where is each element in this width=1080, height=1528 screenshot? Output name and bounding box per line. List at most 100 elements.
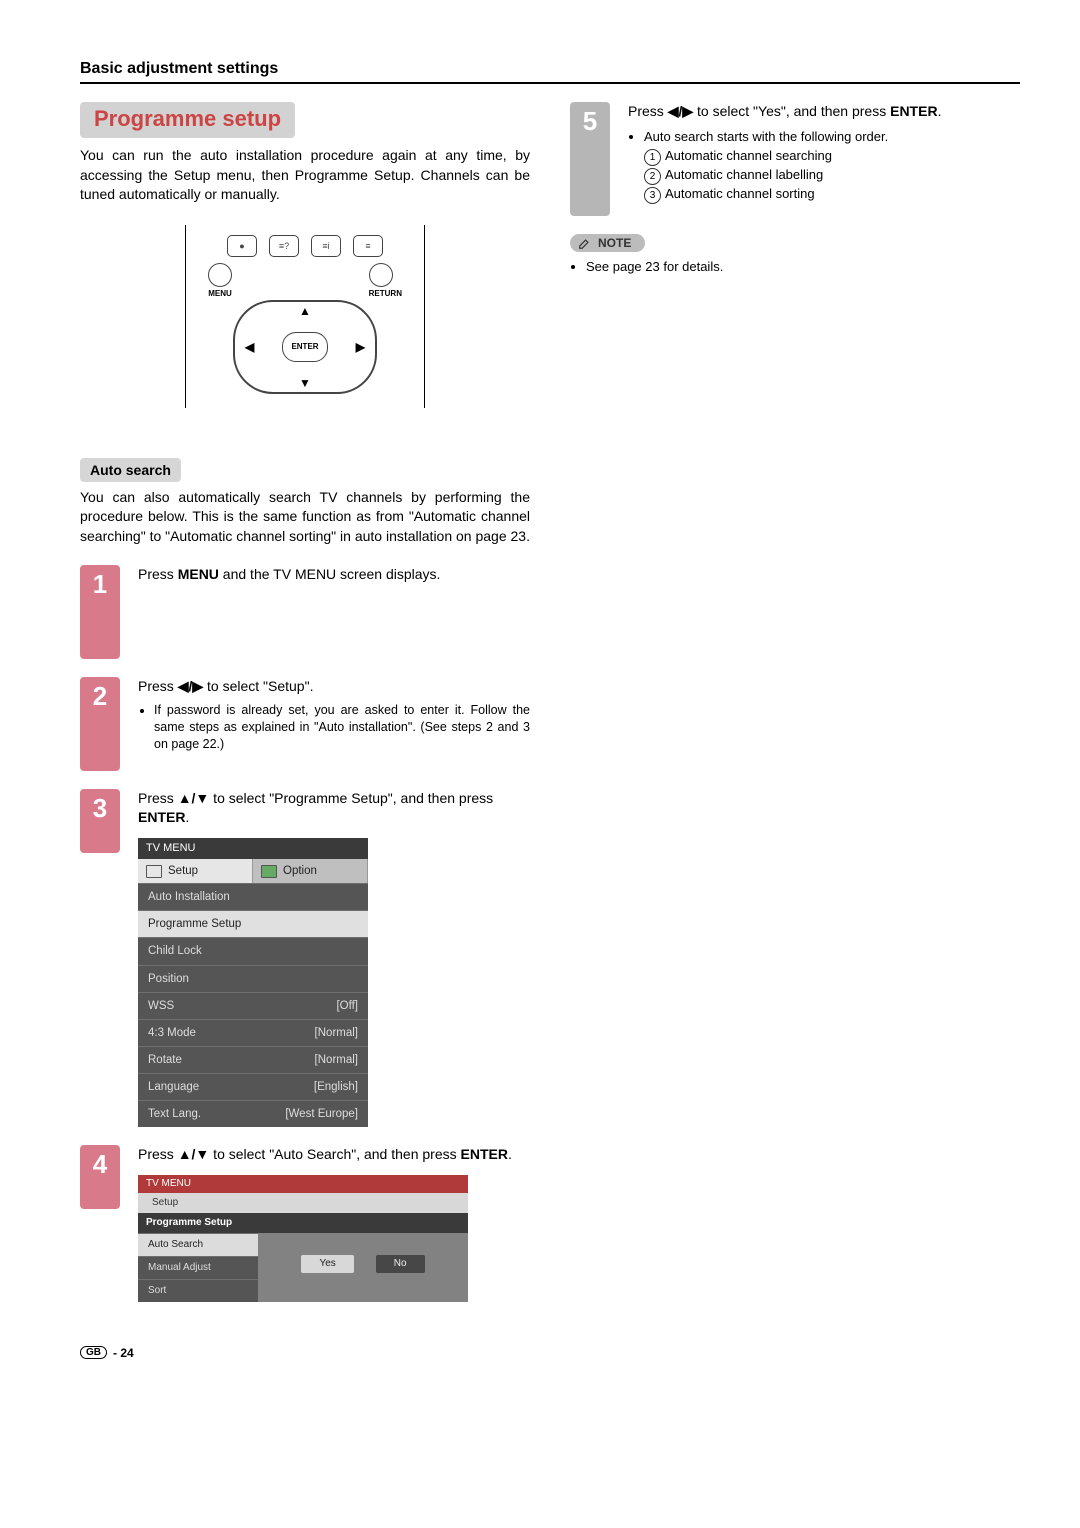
menu-item: Position: [138, 965, 368, 992]
step5-text-a: Press: [628, 103, 668, 119]
step3-text-b: to select "Programme Setup", and then pr…: [209, 790, 493, 806]
dpad-icon: ▲ ▼ ◀ ▶ ENTER: [233, 300, 377, 394]
menu-item-label: Text Lang.: [148, 1106, 201, 1122]
auto-search-intro: You can also automatically search TV cha…: [80, 488, 530, 547]
left-right-arrows-icon: ◀/▶: [668, 103, 693, 119]
step2-bullet: If password is already set, you are aske…: [154, 702, 530, 753]
step-number-3: 3: [80, 789, 120, 853]
step5-sub2: Automatic channel labelling: [665, 167, 823, 182]
menu-item: Rotate [Normal]: [138, 1046, 368, 1073]
menu-item: Programme Setup: [138, 910, 368, 937]
dpad-left-icon: ◀: [245, 340, 254, 354]
menu-item-label: Language: [148, 1079, 199, 1095]
return-button-icon: [369, 263, 393, 287]
step3-text-c: .: [185, 809, 189, 825]
menu-item: 4:3 Mode [Normal]: [138, 1019, 368, 1046]
circled-3-icon: 3: [644, 187, 661, 204]
page-footer: GB - 24: [80, 1346, 1020, 1360]
step5-sub3: Automatic channel sorting: [665, 186, 815, 201]
step-number-1: 1: [80, 565, 120, 659]
up-down-arrows-icon: ▲/▼: [178, 1146, 210, 1162]
dpad-down-icon: ▼: [299, 376, 311, 390]
tv-menu2-tabs: Setup: [138, 1193, 468, 1213]
footer-page-number: - 24: [113, 1346, 134, 1360]
menu-item-label: Rotate: [148, 1052, 182, 1068]
step5-bullet-lead: Auto search starts with the following or…: [644, 128, 1020, 205]
return-label: RETURN: [369, 289, 402, 298]
menu-item-label: WSS: [148, 998, 174, 1014]
tv-menu-header: TV MENU: [138, 838, 368, 859]
step3-text-a: Press: [138, 790, 178, 806]
intro-text: You can run the auto installation proced…: [80, 146, 530, 205]
step-body-5: Press ◀/▶ to select "Yes", and then pres…: [628, 102, 1020, 216]
step5-text-b: to select "Yes", and then press: [693, 103, 890, 119]
step4-text-b: to select "Auto Search", and then press: [209, 1146, 460, 1162]
menu-item-value: [Normal]: [315, 1052, 358, 1068]
step4-text-a: Press: [138, 1146, 178, 1162]
step3-enter: ENTER: [138, 809, 185, 825]
no-button: No: [376, 1255, 425, 1273]
setup-tab-icon: [146, 865, 162, 878]
dpad-up-icon: ▲: [299, 304, 311, 318]
tab-option: Option: [253, 859, 368, 883]
step5-bullet-lead-text: Auto search starts with the following or…: [644, 129, 888, 144]
menu-item-value: [West Europe]: [285, 1106, 358, 1122]
menu-item-label: Position: [148, 971, 189, 987]
submenu-item: Manual Adjust: [138, 1256, 258, 1279]
step-body-4: Press ▲/▼ to select "Auto Search", and t…: [138, 1145, 530, 1302]
submenu-item: Sort: [138, 1279, 258, 1302]
menu-label: MENU: [208, 289, 232, 298]
remote-btn-info: ≡i: [311, 235, 341, 257]
remote-illustration: ● ≡? ≡i ≡ MENU RETURN ▲: [185, 225, 425, 408]
note-label: NOTE: [598, 236, 631, 250]
menu-item: WSS [Off]: [138, 992, 368, 1019]
step-number-2: 2: [80, 677, 120, 771]
menu-item-label: 4:3 Mode: [148, 1025, 196, 1041]
step-body-1: Press MENU and the TV MENU screen displa…: [138, 565, 530, 659]
menu-item-value: [English]: [314, 1079, 358, 1095]
note-pill: NOTE: [570, 234, 645, 252]
submenu-item: Auto Search: [138, 1233, 258, 1256]
step2-text-a: Press: [138, 678, 178, 694]
step-body-3: Press ▲/▼ to select "Programme Setup", a…: [138, 789, 530, 1128]
remote-btn-list: ≡: [353, 235, 383, 257]
note-text: See page 23 for details.: [586, 259, 1020, 274]
step-number-5: 5: [570, 102, 610, 216]
step5-enter: ENTER: [890, 103, 937, 119]
tab-setup: Setup: [138, 859, 253, 883]
section-header: Basic adjustment settings: [80, 60, 1020, 84]
step4-text-c: .: [508, 1146, 512, 1162]
menu-item-label: Auto Installation: [148, 889, 230, 905]
menu-item: Child Lock: [138, 937, 368, 964]
tv-menu2-header: TV MENU: [138, 1175, 468, 1193]
step1-text-a: Press: [138, 566, 178, 582]
tv-menu-screenshot: TV MENU Setup Option Auto Installation Pr…: [138, 838, 368, 1127]
step1-menu: MENU: [178, 566, 219, 582]
menu-item: Language [English]: [138, 1073, 368, 1100]
circled-1-icon: 1: [644, 149, 661, 166]
menu-item-value: [Off]: [336, 998, 358, 1014]
step-number-4: 4: [80, 1145, 120, 1209]
menu-item: Text Lang. [West Europe]: [138, 1100, 368, 1127]
auto-search-heading: Auto search: [80, 458, 181, 482]
step5-sub1: Automatic channel searching: [665, 148, 832, 163]
step2-text-b: to select "Setup".: [203, 678, 313, 694]
tv-menu2-screenshot: TV MENU Setup Programme Setup Auto Searc…: [138, 1175, 468, 1302]
step4-enter: ENTER: [461, 1146, 508, 1162]
step-body-2: Press ◀/▶ to select "Setup". If password…: [138, 677, 530, 771]
menu-item-value: [Normal]: [315, 1025, 358, 1041]
footer-gb: GB: [80, 1346, 107, 1359]
dpad-right-icon: ▶: [356, 340, 365, 354]
option-tab-icon: [261, 865, 277, 878]
step5-text-c: .: [938, 103, 942, 119]
up-down-arrows-icon: ▲/▼: [178, 790, 210, 806]
menu-button-icon: [208, 263, 232, 287]
tv-menu2-crumb: Programme Setup: [138, 1213, 468, 1233]
note-pencil-icon: [578, 236, 592, 250]
page-title: Programme setup: [80, 102, 295, 138]
tv-menu2-tab-setup: Setup: [152, 1196, 178, 1210]
menu-item-label: Child Lock: [148, 943, 202, 959]
menu-item: Auto Installation: [138, 883, 368, 910]
tab-setup-label: Setup: [168, 863, 198, 879]
yes-button: Yes: [301, 1255, 353, 1273]
